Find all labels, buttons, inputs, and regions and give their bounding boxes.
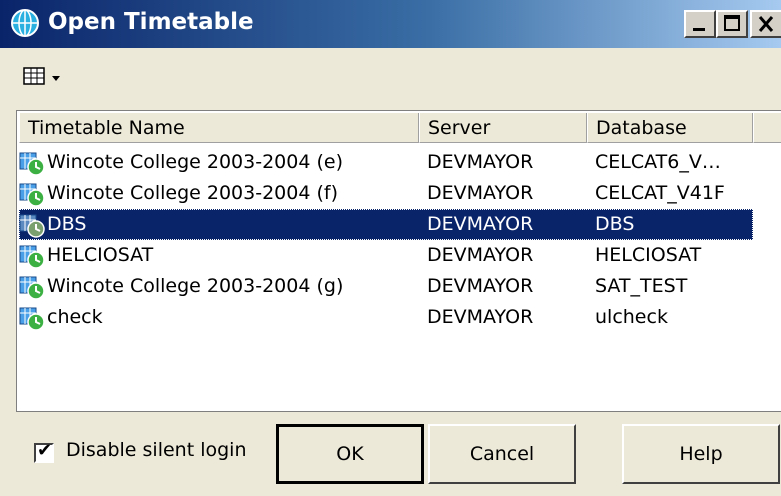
- column-header-timetable-name[interactable]: Timetable Name: [19, 113, 419, 143]
- table-row[interactable]: HELCIOSAT DEVMAYOR HELCIOSAT: [19, 240, 753, 271]
- view-mode-button[interactable]: [22, 62, 82, 92]
- column-header-database[interactable]: Database: [587, 113, 753, 143]
- database-cell: HELCIOSAT: [595, 244, 702, 266]
- timetable-icon: [19, 152, 45, 176]
- cancel-button[interactable]: Cancel: [428, 424, 576, 484]
- grid-view-icon: [23, 67, 45, 85]
- disable-silent-login-checkbox[interactable]: ✔: [34, 440, 54, 463]
- database-cell: CELCAT_V41F: [595, 182, 725, 204]
- server-cell: DEVMAYOR: [427, 213, 534, 235]
- timetable-icon: [19, 276, 45, 300]
- timetable-icon: [19, 307, 45, 331]
- timetable-list[interactable]: Timetable Name Server Database Wincote C…: [16, 110, 781, 412]
- timetable-icon: [19, 245, 45, 269]
- timetable-name-cell: DBS: [47, 213, 87, 235]
- server-cell: DEVMAYOR: [427, 244, 534, 266]
- window-title: Open Timetable: [48, 9, 254, 35]
- database-cell: CELCAT6_V…: [595, 151, 721, 173]
- timetable-icon: [19, 214, 45, 238]
- view-mode-graphic: [23, 67, 60, 85]
- disable-silent-login-label: Disable silent login: [66, 439, 247, 461]
- timetable-name-cell: Wincote College 2003-2004 (f): [47, 182, 338, 204]
- server-cell: DEVMAYOR: [427, 306, 534, 328]
- minimize-icon: [693, 28, 705, 31]
- timetable-name-cell: HELCIOSAT: [47, 244, 154, 266]
- column-header-server[interactable]: Server: [419, 113, 587, 143]
- checkmark-icon: ✔: [37, 440, 53, 461]
- table-row[interactable]: DBS DEVMAYOR DBS: [19, 209, 753, 240]
- maximize-icon: [724, 15, 740, 31]
- close-button[interactable]: [750, 10, 781, 38]
- table-row[interactable]: Wincote College 2003-2004 (g) DEVMAYOR SAT…: [19, 271, 753, 302]
- minimize-button[interactable]: [684, 10, 716, 38]
- column-header-filler: [753, 113, 781, 143]
- title-bar[interactable]: Open Timetable: [0, 0, 781, 48]
- ok-button[interactable]: OK: [276, 424, 424, 484]
- maximize-button[interactable]: [716, 10, 748, 38]
- timetable-name-cell: Wincote College 2003-2004 (g): [47, 275, 344, 297]
- server-cell: DEVMAYOR: [427, 151, 534, 173]
- server-cell: DEVMAYOR: [427, 275, 534, 297]
- globe-icon: [11, 9, 39, 37]
- database-cell: ulcheck: [595, 306, 668, 328]
- database-cell: DBS: [595, 213, 635, 235]
- timetable-name-cell: Wincote College 2003-2004 (e): [47, 151, 343, 173]
- database-cell: SAT_TEST: [595, 275, 688, 297]
- table-row[interactable]: Wincote College 2003-2004 (e) DEVMAYOR CEL…: [19, 147, 753, 178]
- table-row[interactable]: check DEVMAYOR ulcheck: [19, 302, 753, 333]
- chevron-down-icon: [52, 76, 60, 81]
- timetable-name-cell: check: [47, 306, 103, 328]
- close-icon: [758, 16, 774, 32]
- list-rows: Wincote College 2003-2004 (e) DEVMAYOR CEL…: [19, 147, 753, 333]
- server-cell: DEVMAYOR: [427, 182, 534, 204]
- timetable-icon: [19, 183, 45, 207]
- help-button[interactable]: Help: [622, 424, 780, 484]
- table-row[interactable]: Wincote College 2003-2004 (f) DEVMAYOR CEL…: [19, 178, 753, 209]
